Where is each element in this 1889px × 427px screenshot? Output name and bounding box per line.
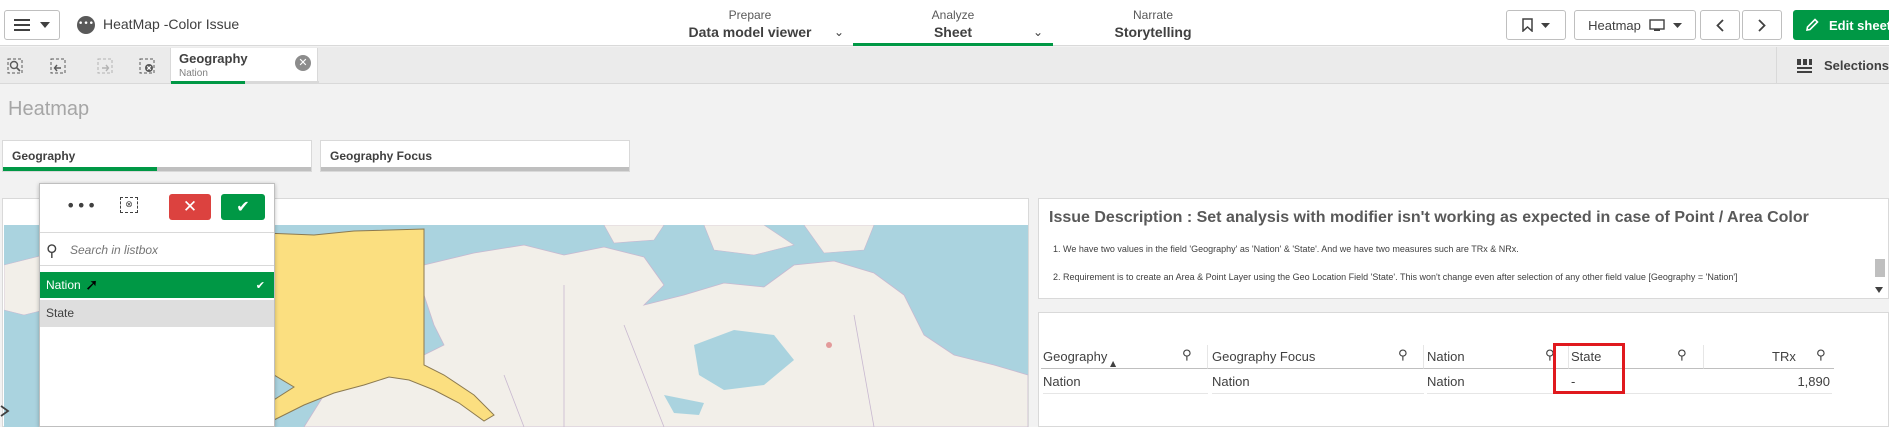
chevron-down-icon[interactable]: ⌄: [834, 25, 844, 39]
edit-sheet-button[interactable]: Edit sheet: [1793, 10, 1889, 40]
selections-grid-icon: [1797, 58, 1812, 73]
nav-prepare-label: Data model viewer: [688, 24, 812, 40]
scroll-down-icon[interactable]: [1875, 281, 1883, 293]
nav-analyze[interactable]: Analyze Sheet ⌄: [853, 8, 1053, 46]
listbox-item-state[interactable]: State: [40, 300, 274, 327]
chevron-right-icon: [1758, 18, 1766, 32]
column-header-label: TRx: [1772, 349, 1796, 364]
filter-excluded-bar: [157, 167, 311, 171]
confirm-selection-button[interactable]: ✔: [221, 194, 265, 220]
chevron-down-icon[interactable]: ⌄: [1033, 25, 1043, 39]
selections-tool-button[interactable]: Selections: [1776, 47, 1889, 84]
selection-chip-value: Nation: [179, 68, 208, 79]
nav-narrate[interactable]: Narrate Storytelling: [1053, 8, 1253, 46]
map-point[interactable]: [826, 342, 832, 348]
next-sheet-button[interactable]: [1742, 10, 1782, 40]
table-cell[interactable]: Nation: [1212, 370, 1424, 394]
nav-analyze-small: Analyze: [931, 8, 975, 22]
issue-line-1: 1. We have two values in the field 'Geog…: [1053, 244, 1519, 254]
caret-down-icon: [1672, 22, 1682, 28]
check-icon: ✔: [255, 279, 265, 292]
caret-down-icon: [1541, 22, 1550, 28]
column-header-geography-focus[interactable]: Geography Focus ⚲: [1208, 345, 1424, 369]
nav-narrate-small: Narrate: [1132, 8, 1173, 22]
smart-search-icon[interactable]: [4, 55, 26, 77]
cancel-selection-button[interactable]: ✕: [169, 194, 211, 220]
clear-all-selections-icon[interactable]: [136, 55, 158, 77]
current-sheet-name: Heatmap: [1588, 17, 1641, 33]
selections-label: Selections: [1823, 58, 1889, 73]
listbox-search[interactable]: ⚲: [40, 232, 274, 266]
chevron-left-icon: [1716, 18, 1724, 32]
clear-selection-icon[interactable]: ✕: [295, 55, 311, 71]
listbox-search-input[interactable]: [70, 241, 260, 259]
nav-analyze-label: Sheet: [933, 24, 973, 40]
filter-excluded-bar: [321, 167, 629, 171]
issue-line-2: 2. Requirement is to create an Area & Po…: [1053, 272, 1738, 282]
listbox-popover[interactable]: ••• ⊗ ✕ ✔ ⚲ Nation ✔ State: [39, 183, 275, 427]
search-icon: ⚲: [46, 241, 58, 260]
nav-narrate-label: Storytelling: [1114, 24, 1192, 40]
column-search-icon[interactable]: ⚲: [1398, 348, 1408, 363]
nav-prepare[interactable]: Prepare Data model viewer ⌄: [650, 8, 850, 46]
step-forward-icon[interactable]: [94, 55, 116, 77]
column-search-icon[interactable]: ⚲: [1182, 348, 1192, 363]
table-cell[interactable]: Nation: [1427, 370, 1569, 394]
filter-pane-label: Geography: [12, 149, 76, 163]
listbox-item-label: Nation: [46, 278, 81, 292]
bookmarks-button[interactable]: [1506, 10, 1566, 40]
red-highlight-box: [1553, 343, 1625, 394]
sheet-title: Heatmap: [8, 98, 90, 120]
column-header-geography[interactable]: Geography ⚲: [1041, 345, 1208, 369]
table-cell[interactable]: Nation: [1043, 370, 1208, 394]
listbox-item-nation[interactable]: Nation ✔: [40, 272, 274, 299]
edit-sheet-label: Edit sheet: [1829, 17, 1889, 33]
pencil-icon: [1806, 18, 1819, 31]
bookmark-icon: [1522, 18, 1533, 32]
filter-selected-bar: [3, 167, 157, 171]
more-options-icon[interactable]: •••: [66, 196, 97, 215]
nav-prepare-small: Prepare: [728, 8, 772, 22]
mouse-cursor-icon: ➚: [85, 275, 99, 294]
expand-arrow-icon[interactable]: [0, 405, 10, 417]
column-header-trx[interactable]: TRx ⚲: [1704, 345, 1834, 369]
selection-chip-geography[interactable]: Geography Nation ✕: [170, 48, 319, 84]
app-options-icon[interactable]: •••: [77, 16, 95, 34]
column-header-label: Geography: [1043, 349, 1108, 364]
filter-pane-geography[interactable]: Geography: [2, 140, 312, 172]
listbox-item-label: State: [46, 306, 75, 320]
active-tab-indicator: [853, 43, 1053, 46]
step-back-icon[interactable]: [47, 55, 69, 77]
issue-title: Issue Description : Set analysis with mo…: [1049, 209, 1809, 226]
selection-state-bar: [171, 81, 245, 84]
navigation-menu-button[interactable]: [4, 10, 60, 40]
select-all-icon[interactable]: ⊗: [120, 197, 138, 213]
app-title: HeatMap -Color Issue: [103, 16, 240, 32]
scrollbar-thumb[interactable]: [1875, 259, 1885, 277]
column-header-label: Geography Focus: [1212, 349, 1316, 364]
sort-ascending-icon: ▲: [1110, 359, 1117, 368]
previous-sheet-button[interactable]: [1700, 10, 1740, 40]
sheet-selector-button[interactable]: Heatmap: [1574, 10, 1696, 40]
filter-pane-label: Geography Focus: [330, 149, 433, 163]
column-search-icon[interactable]: ⚲: [1677, 348, 1687, 363]
hamburger-icon: [14, 19, 30, 31]
caret-down-icon: [40, 22, 50, 28]
column-header-label: Nation: [1427, 349, 1465, 364]
filter-pane-geography-focus[interactable]: Geography Focus: [320, 140, 630, 172]
sheet-icon: [1649, 19, 1665, 31]
table-cell[interactable]: 1,890: [1704, 370, 1832, 394]
selection-state-bar-rest: [245, 81, 319, 84]
column-search-icon[interactable]: ⚲: [1816, 348, 1826, 363]
selection-chip-field: Geography: [179, 51, 248, 66]
column-header-nation[interactable]: Nation ⚲: [1424, 345, 1569, 369]
issue-text-panel: Issue Description : Set analysis with mo…: [1038, 198, 1889, 299]
